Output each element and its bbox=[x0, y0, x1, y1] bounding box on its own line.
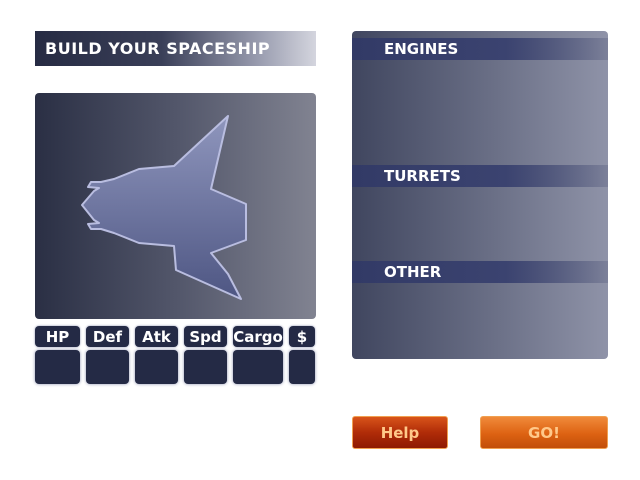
help-button[interactable]: Help bbox=[352, 416, 448, 449]
section-turrets[interactable]: TURRETS bbox=[352, 165, 608, 187]
stat-label-cost: $ bbox=[289, 326, 315, 347]
ship-preview bbox=[35, 93, 316, 319]
section-engines-label: ENGINES bbox=[384, 40, 459, 58]
stat-value-hp bbox=[35, 350, 80, 384]
stat-label-def: Def bbox=[86, 326, 129, 347]
parts-panel: ENGINES TURRETS OTHER bbox=[352, 31, 608, 359]
stat-label-hp: HP bbox=[35, 326, 80, 347]
stat-value-cargo bbox=[233, 350, 283, 384]
title-bar: BUILD YOUR SPACESHIP bbox=[35, 31, 316, 66]
stat-label-cargo: Cargo bbox=[233, 326, 283, 347]
stat-label-atk: Atk bbox=[135, 326, 178, 347]
section-engines[interactable]: ENGINES bbox=[352, 38, 608, 60]
spaceship-icon bbox=[81, 115, 247, 300]
section-other[interactable]: OTHER bbox=[352, 261, 608, 283]
section-other-label: OTHER bbox=[384, 263, 442, 281]
stat-value-cost bbox=[289, 350, 315, 384]
stat-value-spd bbox=[184, 350, 227, 384]
stat-value-atk bbox=[135, 350, 178, 384]
section-turrets-label: TURRETS bbox=[384, 167, 461, 185]
page-title: BUILD YOUR SPACESHIP bbox=[45, 39, 271, 58]
stat-label-spd: Spd bbox=[184, 326, 227, 347]
go-button[interactable]: GO! bbox=[480, 416, 608, 449]
stat-value-def bbox=[86, 350, 129, 384]
